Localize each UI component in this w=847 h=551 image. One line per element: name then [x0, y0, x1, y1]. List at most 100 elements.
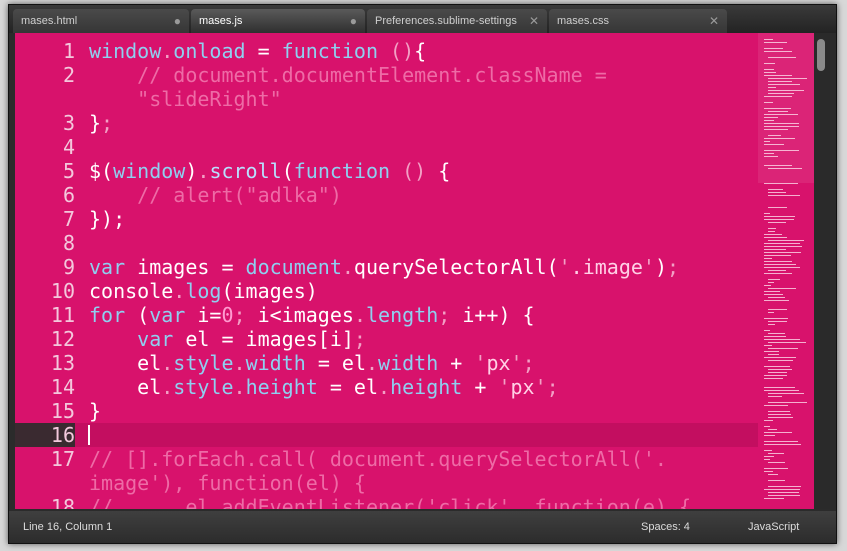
- minimap-stroke: [764, 126, 799, 127]
- close-icon[interactable]: ✕: [529, 9, 539, 33]
- code-token: ': [498, 375, 511, 399]
- minimap-stroke: [764, 456, 774, 457]
- line-number: 4: [62, 135, 75, 159]
- tab-label: mases.css: [557, 15, 609, 27]
- line-code: el.style.width = el.width + 'px';: [89, 351, 534, 375]
- code-line[interactable]: image'), function(el) {: [15, 471, 758, 495]
- minimap-stroke: [768, 486, 801, 487]
- code-line[interactable]: 1 window.onload = function (){: [15, 39, 758, 63]
- minimap-stroke: [768, 189, 783, 190]
- minimap-stroke: [768, 90, 804, 91]
- line-code: // alert("adlka"): [89, 183, 342, 207]
- code-token: scroll: [209, 159, 282, 183]
- code-token: ;: [353, 327, 366, 351]
- minimap-stroke: [764, 150, 799, 151]
- code-token: ;: [546, 375, 559, 399]
- minimap-stroke: [764, 246, 802, 247]
- code-line[interactable]: 15}: [15, 399, 758, 423]
- code-line[interactable]: 13 el.style.width = el.width + 'px';: [15, 351, 758, 375]
- code-line[interactable]: 10 console.log(images): [15, 279, 758, 303]
- unsaved-dot-icon[interactable]: ●: [350, 9, 357, 33]
- tab-mases-css[interactable]: mases.css ✕: [549, 9, 727, 33]
- minimap-stroke: [768, 195, 800, 196]
- unsaved-dot-icon[interactable]: ●: [174, 9, 181, 33]
- code-line[interactable]: 8: [15, 231, 758, 255]
- minimap-stroke: [768, 282, 774, 283]
- code-token: = el: [317, 375, 379, 399]
- code-line[interactable]: 11 for (var i=0; i<images.length; i++) {: [15, 303, 758, 327]
- minimap-stroke: [768, 87, 776, 88]
- minimap-stroke: [764, 108, 791, 109]
- minimap-stroke: [764, 351, 779, 352]
- minimap-stroke: [764, 252, 801, 253]
- tab-label: mases.html: [21, 15, 78, 27]
- line-number: 16: [15, 423, 75, 447]
- minimap-stroke: [764, 273, 792, 274]
- vertical-scrollbar[interactable]: [814, 33, 830, 509]
- code-line[interactable]: 2 // document.documentElement.className …: [15, 63, 758, 87]
- minimap-stroke: [768, 462, 785, 463]
- code-token: function: [293, 159, 391, 183]
- close-icon[interactable]: ✕: [709, 9, 719, 33]
- code-editor[interactable]: 1 window.onload = function (){2 // docume…: [15, 33, 758, 509]
- tab-label: Preferences.sublime-settings: [375, 15, 517, 27]
- minimap-stroke: [764, 366, 790, 367]
- code-token: });: [89, 207, 126, 231]
- code-line[interactable]: 5 $(window).scroll(function () {: [15, 159, 758, 183]
- scrollbar-thumb[interactable]: [817, 39, 825, 71]
- minimap-stroke: [764, 261, 792, 262]
- minimap-stroke: [764, 450, 772, 451]
- syntax-mode[interactable]: JavaScript: [748, 519, 799, 535]
- code-token: px: [486, 351, 511, 375]
- editor-window: mases.html ● mases.js ● Preferences.subl…: [8, 4, 837, 544]
- code-line[interactable]: 14 el.style.height = el.height + 'px';: [15, 375, 758, 399]
- code-token: // alert("adlka"): [89, 183, 342, 207]
- indentation-setting[interactable]: Spaces: 4: [641, 519, 690, 535]
- minimap-stroke: [764, 489, 800, 490]
- minimap-stroke: [764, 219, 794, 220]
- minimap-stroke: [764, 144, 784, 145]
- minimap-stroke: [768, 231, 775, 232]
- code-token: height: [390, 375, 463, 399]
- code-token: width: [378, 351, 439, 375]
- line-number: 6: [62, 183, 75, 207]
- code-line[interactable]: "slideRight": [15, 87, 758, 111]
- code-line[interactable]: 12 var el = images[i];: [15, 327, 758, 351]
- code-token: console: [89, 279, 174, 303]
- tab-preferences-sublime-settings[interactable]: Preferences.sublime-settings ✕: [367, 9, 547, 33]
- minimap-stroke: [764, 498, 784, 499]
- minimap-stroke: [764, 435, 775, 436]
- minimap-stroke: [764, 42, 787, 43]
- code-line[interactable]: 7});: [15, 207, 758, 231]
- line-code: // document.documentElement.className =: [89, 63, 607, 87]
- code-line-current[interactable]: 16: [15, 423, 758, 447]
- minimap-stroke: [764, 51, 792, 52]
- code-token: .: [161, 39, 174, 63]
- minimap[interactable]: [758, 33, 814, 509]
- code-token: }: [89, 399, 102, 423]
- line-number: 15: [50, 399, 75, 423]
- code-line[interactable]: 4: [15, 135, 758, 159]
- line-code: window.onload = function (){: [89, 39, 426, 63]
- tab-mases-js[interactable]: mases.js ●: [191, 9, 365, 33]
- line-number: 3: [62, 111, 75, 135]
- code-token: .: [197, 159, 210, 183]
- code-token: .: [341, 255, 354, 279]
- code-token: ;: [438, 303, 451, 327]
- code-line[interactable]: 9 var images = document.querySelectorAll(…: [15, 255, 758, 279]
- tab-mases-html[interactable]: mases.html ●: [13, 9, 189, 33]
- code-line[interactable]: 3};: [15, 111, 758, 135]
- minimap-stroke: [768, 324, 775, 325]
- minimap-stroke: [768, 342, 806, 343]
- text-cursor: [88, 425, 90, 445]
- minimap-stroke: [764, 336, 786, 337]
- minimap-stroke: [768, 84, 800, 85]
- minimap-stroke: [768, 492, 799, 493]
- code-line[interactable]: 17 // [].forEach.call( document.querySele…: [15, 447, 758, 471]
- minimap-stroke: [768, 192, 786, 193]
- tab-label: mases.js: [199, 15, 243, 27]
- code-line[interactable]: 6 // alert("adlka"): [15, 183, 758, 207]
- minimap-stroke: [764, 243, 800, 244]
- code-line[interactable]: 18 // el.addEventListener('click', functi…: [15, 495, 758, 509]
- minimap-stroke: [768, 453, 784, 454]
